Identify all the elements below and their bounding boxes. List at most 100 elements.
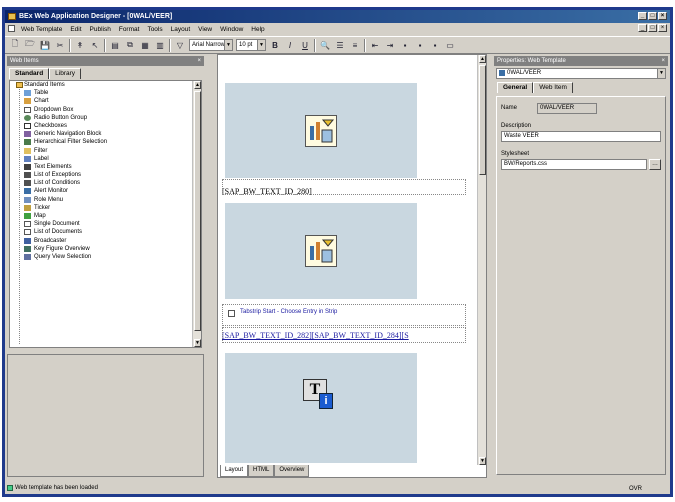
italic-icon[interactable]: I [284, 39, 296, 51]
list-item[interactable]: Broadcaster [10, 237, 201, 245]
list-item[interactable]: List of Conditions [10, 179, 201, 187]
list-item-label: Label [34, 155, 49, 162]
publish-icon[interactable]: ▤ [109, 39, 121, 51]
screen-frame: BEx Web Application Designer - [0WAL/VEE… [2, 7, 673, 497]
list-item-label: Chart [34, 98, 49, 105]
layout-scrollbar[interactable]: ▲ ▼ [477, 55, 486, 465]
label-icon [24, 155, 31, 162]
close-icon[interactable]: × [661, 56, 665, 66]
list-item[interactable]: List of Exceptions [10, 171, 201, 179]
list-item[interactable]: Ticker [10, 204, 201, 212]
paste-icon[interactable]: ▦ [139, 39, 151, 51]
chart-web-item[interactable] [225, 203, 417, 299]
tab-layout[interactable]: Layout [220, 465, 249, 477]
tree-root-standard-items[interactable]: Standard Items [10, 81, 201, 89]
menu-publish[interactable]: Publish [86, 26, 115, 33]
tree-scrollbar[interactable]: ▲ ▼ [192, 81, 201, 347]
menu-edit[interactable]: Edit [66, 26, 85, 33]
frame-icon[interactable]: ▭ [444, 39, 456, 51]
list-item[interactable]: Hierarchical Filter Selection [10, 138, 201, 146]
close-icon[interactable]: × [197, 56, 201, 66]
object-selector[interactable]: 0WAL/VEER ▼ [496, 68, 666, 79]
text-web-item[interactable]: T i [225, 353, 417, 463]
doc-close-button[interactable]: × [658, 24, 667, 32]
underline-icon[interactable]: U [299, 39, 311, 51]
bullet-list-icon[interactable]: ≡ [349, 39, 361, 51]
list-item[interactable]: Label [10, 155, 201, 163]
list-item-label: Radio Button Group [34, 114, 88, 121]
menu-help[interactable]: Help [247, 26, 268, 33]
save-icon[interactable]: 💾 [39, 39, 51, 51]
new-icon[interactable]: 🗋 [9, 39, 21, 51]
browse-stylesheet-button[interactable]: … [649, 159, 661, 170]
align-left-icon[interactable]: ▪ [399, 39, 411, 51]
list-item[interactable]: List of Documents [10, 228, 201, 236]
list-item[interactable]: Alert Monitor [10, 187, 201, 195]
tab-html[interactable]: HTML [248, 465, 275, 477]
scroll-thumb[interactable] [479, 65, 486, 175]
filter-icon[interactable]: ▽ [174, 39, 186, 51]
list-item[interactable]: Text Elements [10, 163, 201, 171]
scroll-up-icon[interactable]: ▲ [194, 81, 201, 89]
pointer-icon[interactable]: ↖ [89, 39, 101, 51]
scroll-down-icon[interactable]: ▼ [479, 457, 486, 465]
list-item[interactable]: Filter [10, 147, 201, 155]
doc-restore-button[interactable]: □ [648, 24, 657, 32]
list-item[interactable]: Single Document [10, 220, 201, 228]
tab-overview[interactable]: Overview [274, 465, 310, 477]
tab-general[interactable]: General [497, 82, 534, 93]
list-item[interactable]: Radio Button Group [10, 114, 201, 122]
font-size-combo[interactable]: 10 pt ▼ [236, 39, 266, 51]
tab-web-item[interactable]: Web Item [533, 82, 573, 93]
bold-icon[interactable]: B [269, 39, 281, 51]
insert-icon[interactable]: ↟ [74, 39, 86, 51]
close-button[interactable]: × [658, 12, 667, 20]
tab-standard[interactable]: Standard [9, 68, 50, 79]
align-center-icon[interactable]: ▪ [414, 39, 426, 51]
font-name-combo[interactable]: Arial Narrow ▼ [189, 39, 233, 51]
list-item[interactable]: Chart [10, 97, 201, 105]
indent-icon[interactable]: ⇥ [384, 39, 396, 51]
numbered-list-icon[interactable]: ☰ [334, 39, 346, 51]
chevron-down-icon: ▼ [657, 69, 665, 78]
scroll-up-icon[interactable]: ▲ [479, 55, 486, 63]
status-icon [7, 485, 13, 491]
list-item[interactable]: Dropdown Box [10, 106, 201, 114]
copy-icon[interactable]: ⧉ [124, 39, 136, 51]
list-item[interactable]: Map [10, 212, 201, 220]
scroll-thumb[interactable] [194, 91, 201, 331]
align-right-icon[interactable]: ▪ [429, 39, 441, 51]
query-view-icon [24, 253, 31, 260]
menu-window[interactable]: Window [216, 26, 247, 33]
menu-tools[interactable]: Tools [143, 26, 166, 33]
list-item[interactable]: Table [10, 89, 201, 97]
navigation-block-icon [24, 131, 31, 138]
minimize-button[interactable]: _ [638, 12, 647, 20]
menu-view[interactable]: View [194, 26, 216, 33]
grid-icon[interactable]: ▥ [154, 39, 166, 51]
chart-web-item[interactable] [225, 83, 417, 178]
list-item[interactable]: Checkboxes [10, 122, 201, 130]
list-item[interactable]: Key Figure Overview [10, 245, 201, 253]
doc-minimize-button[interactable]: _ [638, 24, 647, 32]
menu-layout[interactable]: Layout [167, 26, 195, 33]
menu-format[interactable]: Format [115, 26, 144, 33]
cut-icon[interactable]: ✂ [54, 39, 66, 51]
outdent-icon[interactable]: ⇤ [369, 39, 381, 51]
search-icon[interactable]: 🔍 [319, 39, 331, 51]
open-icon[interactable]: 🗁 [24, 39, 36, 51]
scroll-down-icon[interactable]: ▼ [194, 339, 201, 347]
description-field[interactable]: Waste VEER [501, 131, 661, 142]
maximize-button[interactable]: □ [648, 12, 657, 20]
list-item-label: Role Menu [34, 196, 64, 203]
list-item[interactable]: Role Menu [10, 196, 201, 204]
list-item-label: List of Exceptions [34, 172, 82, 179]
list-item[interactable]: Query View Selection [10, 253, 201, 261]
tab-library[interactable]: Library [49, 68, 82, 79]
tabstrip-start-label[interactable]: Tabstrip Start - Choose Entry in Strip [240, 309, 337, 315]
properties-title-text: Properties: Web Template [497, 58, 566, 64]
list-item[interactable]: Generic Navigation Block [10, 130, 201, 138]
menu-web-template[interactable]: Web Template [17, 26, 66, 33]
properties-pane-title: Properties: Web Template × [494, 56, 668, 66]
stylesheet-field[interactable]: BW/Reports.css [501, 159, 647, 170]
